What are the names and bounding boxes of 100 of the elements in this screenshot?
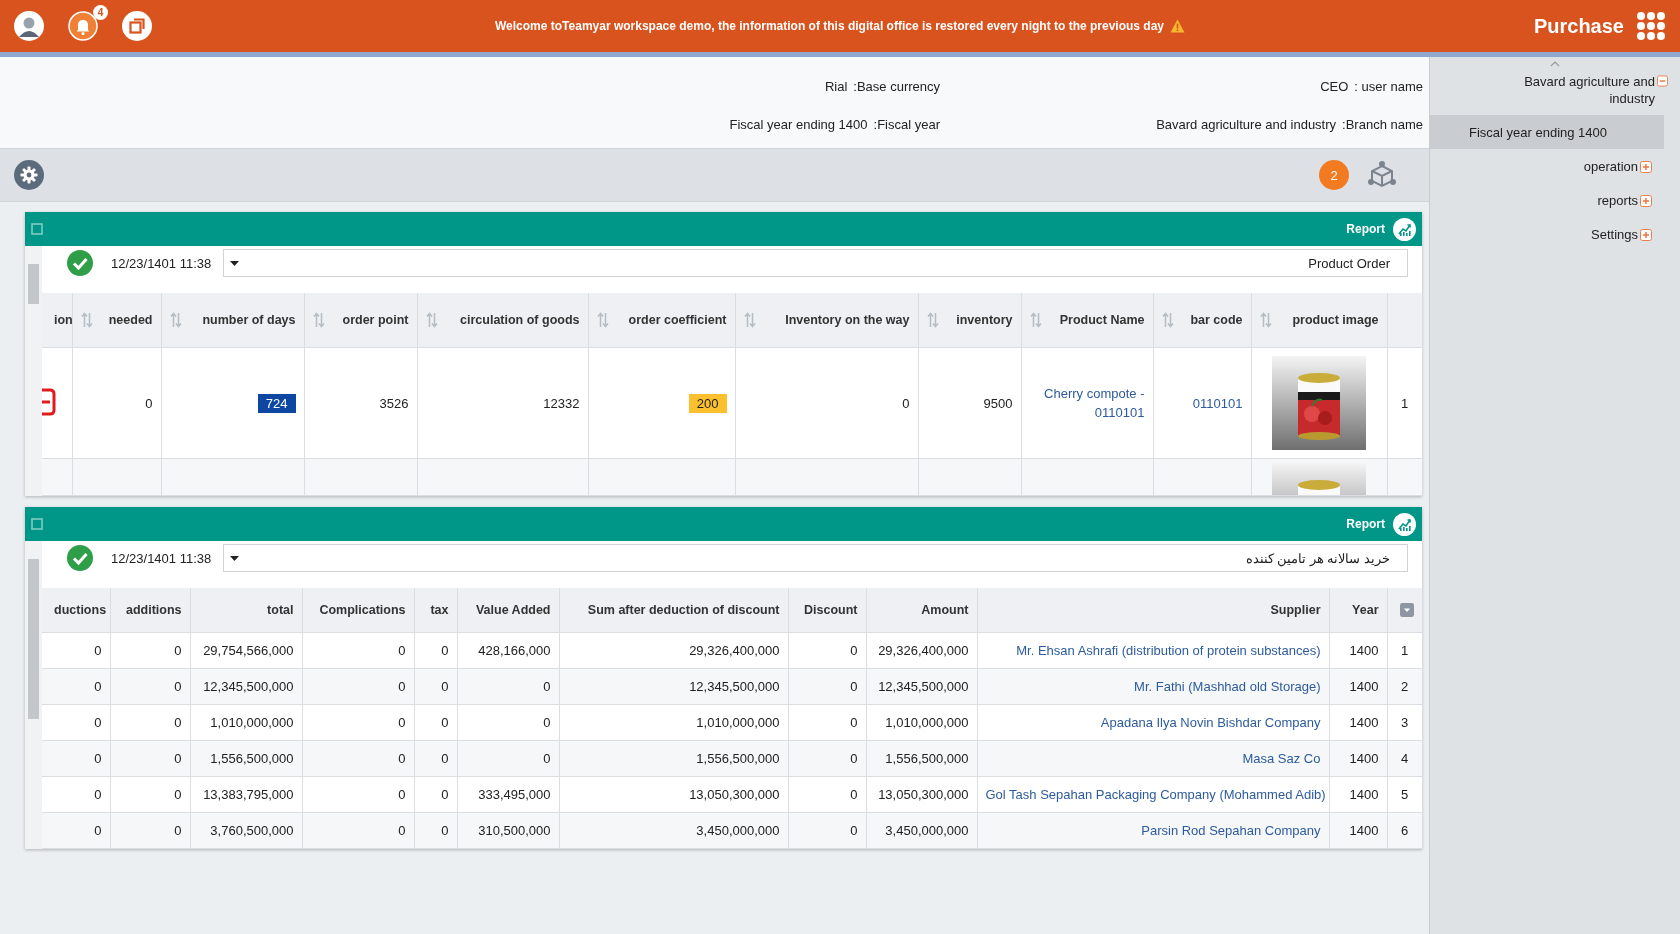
row-number: 5 [1400, 787, 1409, 802]
toggle-icon[interactable] [1640, 161, 1652, 173]
apps-menu-icon[interactable] [1636, 11, 1666, 41]
toggle-icon[interactable] [1640, 195, 1652, 207]
sort-icon[interactable] [1259, 312, 1272, 328]
table-cell: 0 [850, 823, 858, 838]
tree-item[interactable]: operation [1430, 149, 1680, 183]
column-header[interactable]: total [190, 588, 302, 633]
scrollbar[interactable] [25, 541, 42, 849]
avatar-icon[interactable] [14, 11, 44, 41]
table-cell: 0 [850, 679, 858, 694]
sort-icon[interactable] [596, 312, 609, 328]
column-header[interactable] [1387, 293, 1422, 348]
highlighted-value: 724 [257, 393, 296, 413]
column-header[interactable]: Sum after deduction of discount [559, 588, 788, 633]
report-select[interactable]: Product Order [223, 249, 1408, 277]
table-cell: 1400 [1349, 679, 1379, 694]
table-cell: 12,345,500,000 [203, 679, 294, 694]
column-header[interactable]: Complications [302, 588, 414, 633]
table-cell: 29,754,566,000 [203, 643, 294, 658]
column-header[interactable]: additions [110, 588, 190, 633]
table-cell: 0 [174, 751, 182, 766]
sort-icon[interactable] [1029, 312, 1042, 328]
column-header[interactable]: ductions [42, 588, 110, 633]
table-link[interactable]: 0110101 [1161, 393, 1243, 413]
row-number: 1 [1400, 395, 1409, 411]
column-header[interactable]: Amount [866, 588, 977, 633]
info-value: Bavard agriculture and industry [1156, 116, 1337, 132]
table-cell: 310,500,000 [478, 823, 551, 838]
column-header[interactable]: Inventory on the way [735, 293, 918, 348]
scroll-up-icon[interactable] [1550, 61, 1560, 67]
sort-icon[interactable] [743, 312, 756, 328]
table-cell: 12,345,500,000 [689, 679, 780, 694]
checkbox-icon[interactable] [31, 223, 43, 235]
column-header[interactable]: Discount [788, 588, 866, 633]
column-header[interactable]: order coefficient [588, 293, 735, 348]
filter-dropdown-icon[interactable] [1399, 601, 1414, 619]
row-number: 6 [1400, 823, 1409, 838]
table-cell: 0 [850, 643, 858, 658]
column-header[interactable]: product image [1251, 293, 1387, 348]
sort-icon[interactable] [425, 312, 438, 328]
table-cell: 0 [145, 395, 153, 411]
table-cell: 0 [441, 715, 449, 730]
settings-icon[interactable] [14, 160, 44, 190]
welcome-message: Welcome toTeamyar workspace demo, the information of this digital office is restored every night to the previous day [494, 19, 1164, 33]
table-cell: 0 [441, 787, 449, 802]
table-link[interactable]: Masa Saz Co [1242, 751, 1321, 766]
sort-icon[interactable] [80, 312, 93, 328]
table-cell: 428,166,000 [478, 643, 551, 658]
sort-icon[interactable] [926, 312, 939, 328]
column-header[interactable] [1387, 588, 1422, 633]
tree-item[interactable]: Fiscal year ending 1400 [1430, 115, 1664, 149]
column-header[interactable]: circulation of goods [417, 293, 588, 348]
windows-icon[interactable] [122, 11, 152, 41]
info-label: :Fiscal year [873, 116, 940, 132]
column-header[interactable]: Product Name [1021, 293, 1153, 348]
table-cell: 0 [398, 787, 406, 802]
table-cell: 1400 [1349, 643, 1379, 658]
sort-icon[interactable] [312, 312, 325, 328]
chart-icon[interactable] [1393, 217, 1416, 241]
table-cell: 13,383,795,000 [203, 787, 294, 802]
table-cell: 0 [94, 751, 102, 766]
row-number: 4 [1400, 751, 1409, 766]
chart-icon[interactable] [1393, 512, 1416, 536]
column-header[interactable]: order point [304, 293, 417, 348]
table-cell: 0 [441, 823, 449, 838]
table-cell: 0 [94, 643, 102, 658]
table-cell: 0 [398, 715, 406, 730]
table-cell: 13,050,300,000 [878, 787, 969, 802]
report-select[interactable]: خرید سالانه هر تامین کننده [223, 544, 1408, 572]
column-header[interactable]: Value Added [457, 588, 559, 633]
bell-icon[interactable] [68, 11, 98, 41]
app-title: Purchase [1533, 14, 1624, 38]
sort-icon[interactable] [169, 312, 182, 328]
cube-icon[interactable] [1367, 160, 1397, 190]
column-header[interactable]: needed [72, 293, 161, 348]
scrollbar[interactable] [25, 246, 42, 496]
column-header[interactable]: bar code [1153, 293, 1251, 348]
info-label: :Base currency [853, 78, 940, 94]
column-header[interactable]: Supplier [977, 588, 1329, 633]
column-header[interactable]: Year [1329, 588, 1387, 633]
toggle-icon[interactable] [1640, 229, 1652, 241]
column-header[interactable]: tax [414, 588, 457, 633]
remove-icon[interactable] [42, 387, 56, 416]
sort-icon[interactable] [1161, 312, 1174, 328]
column-header[interactable]: number of days [161, 293, 304, 348]
caret-icon [230, 260, 240, 266]
tree-item[interactable]: Bavard agriculture and industry [1430, 73, 1680, 115]
column-header[interactable]: ion [42, 293, 72, 348]
toggle-icon[interactable] [1657, 75, 1668, 87]
table-cell: 29,326,400,000 [878, 643, 969, 658]
table-cell: 1400 [1349, 823, 1379, 838]
check-icon [67, 250, 93, 276]
table-cell: 3526 [379, 395, 409, 411]
table-cell: 333,495,000 [478, 787, 551, 802]
table-cell: 1,556,500,000 [885, 751, 969, 766]
column-header[interactable]: inventory [918, 293, 1021, 348]
checkbox-icon[interactable] [31, 518, 43, 530]
tree-item[interactable]: reports [1430, 183, 1680, 217]
tree-item[interactable]: Settings [1430, 217, 1680, 251]
